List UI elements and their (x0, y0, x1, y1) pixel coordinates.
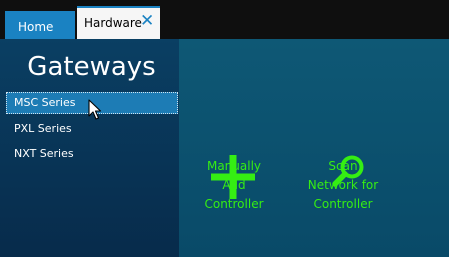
gateways-sidebar: Gateways MSC Series PXL Series NXT Serie… (0, 39, 179, 257)
tab-home-label: Home (18, 20, 54, 34)
tab-home[interactable]: Home (5, 11, 75, 39)
tab-hardware-label: Hardware (84, 16, 142, 30)
tab-bar: Home Hardware ✕ (0, 0, 449, 39)
scan-network-for-controller-label: Scan Network for Controller (307, 159, 379, 211)
close-icon[interactable]: ✕ (140, 12, 154, 30)
sidebar-item-label: MSC Series (14, 96, 76, 109)
scan-network-for-controller-button[interactable]: Scan Network for Controller (298, 157, 388, 214)
sidebar-item-nxt-series[interactable]: NXT Series (6, 143, 178, 165)
sidebar-title: Gateways (27, 52, 156, 82)
manually-add-controller-label: Manually Add Controller (204, 159, 264, 211)
sidebar-item-label: NXT Series (14, 147, 74, 160)
tab-hardware[interactable]: Hardware ✕ (77, 6, 160, 39)
main-content: Gateways MSC Series PXL Series NXT Serie… (0, 39, 449, 257)
sidebar-item-pxl-series[interactable]: PXL Series (6, 118, 178, 140)
sidebar-item-label: PXL Series (14, 122, 72, 135)
manually-add-controller-button[interactable]: Manually Add Controller (189, 157, 279, 214)
mouse-cursor-icon (88, 99, 102, 120)
